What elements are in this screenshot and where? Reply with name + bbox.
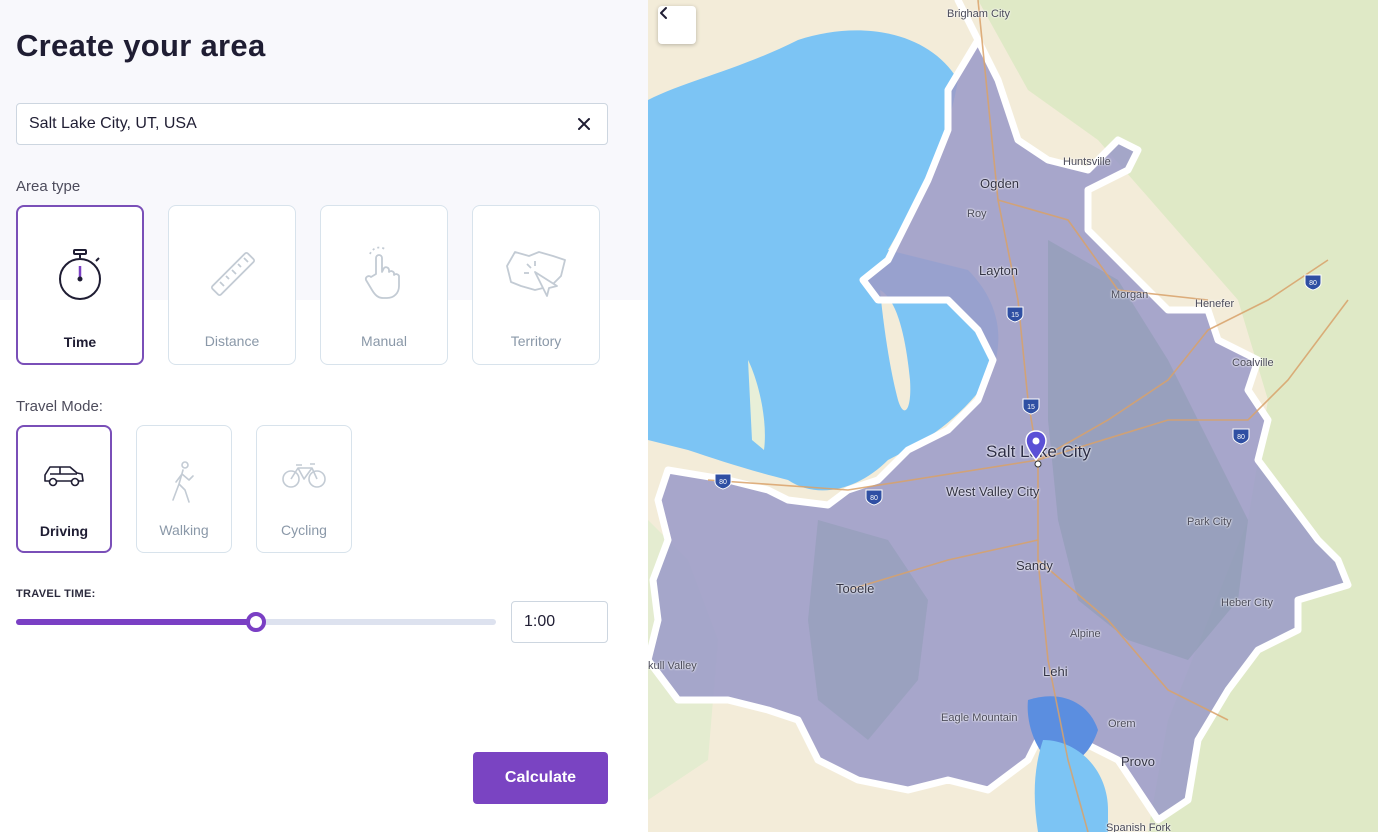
clear-icon[interactable] <box>573 113 595 135</box>
walking-icon <box>137 460 231 504</box>
map-label-orem: Orem <box>1108 718 1136 730</box>
travel-time-slider[interactable] <box>16 612 496 632</box>
interstate-15-shield-icon: 15 <box>1022 398 1040 415</box>
travel-mode-label: Travel Mode: <box>16 398 103 415</box>
travel-time-label: TRAVEL TIME: <box>16 588 96 600</box>
map-label-spanish-fork: Spanish Fork <box>1106 822 1171 832</box>
map-label-provo: Provo <box>1121 754 1155 769</box>
travel-time-input[interactable]: 1:00 <box>511 601 608 643</box>
area-type-territory[interactable]: Territory <box>472 205 600 365</box>
svg-text:80: 80 <box>1237 434 1245 441</box>
map-label-heber-city: Heber City <box>1221 597 1273 609</box>
travel-mode-walking-label: Walking <box>159 522 209 538</box>
map-label-layton: Layton <box>979 263 1019 278</box>
page-title: Create your area <box>16 28 266 63</box>
svg-text:15: 15 <box>1027 404 1035 411</box>
svg-text:80: 80 <box>1309 280 1317 287</box>
area-type-time[interactable]: Time <box>16 205 144 365</box>
bicycle-icon <box>257 460 351 490</box>
area-type-distance-label: Distance <box>204 333 260 349</box>
map-label-ogden: Ogden <box>980 176 1020 191</box>
stopwatch-icon <box>18 247 142 303</box>
map-label-tooele: Tooele <box>836 581 875 596</box>
svg-text:80: 80 <box>870 495 878 502</box>
area-type-distance[interactable]: Distance <box>168 205 296 365</box>
territory-cursor-icon <box>473 246 599 302</box>
create-area-panel: Create your area Salt Lake City, UT, USA… <box>0 0 648 832</box>
map-label-park-city: Park City <box>1187 516 1232 528</box>
map-label-roy: Roy <box>967 208 987 220</box>
map-label-west-valley-city: West Valley City <box>946 484 1040 499</box>
location-search-value[interactable]: Salt Lake City, UT, USA <box>29 115 573 133</box>
map-view[interactable]: 80 15 15 80 80 80 Brigham City Huntsvill… <box>648 0 1378 832</box>
area-type-manual[interactable]: Manual <box>320 205 448 365</box>
map-label-eagle-mountain: Eagle Mountain <box>941 712 1018 724</box>
car-icon <box>18 461 110 491</box>
interstate-80-shield-icon: 80 <box>1304 274 1322 291</box>
collapse-panel-button[interactable] <box>658 6 696 44</box>
map-label-coalville: Coalville <box>1232 357 1274 369</box>
map-label-henefer: Henefer <box>1195 298 1235 310</box>
area-type-territory-label: Territory <box>510 333 562 349</box>
svg-text:80: 80 <box>719 479 727 486</box>
area-type-manual-label: Manual <box>361 333 407 349</box>
map-label-lehi: Lehi <box>1043 664 1068 679</box>
map-label-sandy: Sandy <box>1016 558 1053 573</box>
slider-fill <box>16 619 256 625</box>
map-label-rush-valley: kull Valley <box>648 660 697 672</box>
map-label-morgan: Morgan <box>1111 289 1149 301</box>
travel-mode-cycling-label: Cycling <box>281 522 327 538</box>
location-search-field[interactable]: Salt Lake City, UT, USA <box>16 103 608 145</box>
map-canvas[interactable] <box>648 0 1378 832</box>
interstate-80-shield-icon: 80 <box>865 489 883 506</box>
ruler-icon <box>169 246 295 302</box>
svg-text:15: 15 <box>1011 312 1019 319</box>
calculate-button[interactable]: Calculate <box>473 752 608 804</box>
hand-pointer-icon <box>321 246 447 302</box>
map-label-alpine: Alpine <box>1070 628 1101 640</box>
slider-thumb[interactable] <box>246 612 266 632</box>
area-type-label: Area type <box>16 178 81 195</box>
travel-mode-cycling[interactable]: Cycling <box>256 425 352 553</box>
interstate-15-shield-icon: 15 <box>1006 306 1024 323</box>
travel-mode-walking[interactable]: Walking <box>136 425 232 553</box>
map-label-huntsville: Huntsville <box>1063 156 1111 168</box>
interstate-80-shield-icon: 80 <box>714 473 732 490</box>
interstate-80-shield-icon: 80 <box>1232 428 1250 445</box>
travel-mode-driving-label: Driving <box>39 523 89 539</box>
map-label-brigham-city: Brigham City <box>947 8 1010 20</box>
area-type-time-label: Time <box>63 334 97 350</box>
travel-mode-driving[interactable]: Driving <box>16 425 112 553</box>
